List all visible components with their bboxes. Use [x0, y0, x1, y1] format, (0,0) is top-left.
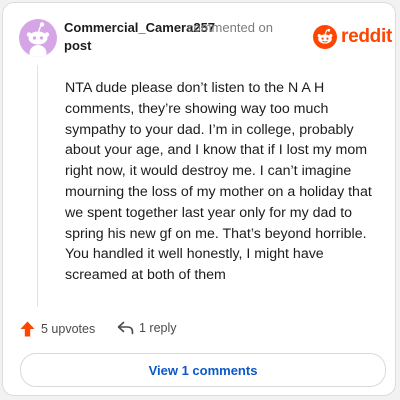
reply-button[interactable]: 1 reply [117, 321, 177, 335]
comment-card: Commercial_Camera257 commented on post r… [2, 2, 396, 396]
vote-group: 5 upvotes [20, 321, 95, 337]
post-link[interactable]: post [64, 38, 91, 53]
upvote-count: 5 upvotes [41, 322, 96, 336]
comment-body: NTA dude please don’t listen to the N A … [65, 80, 372, 284]
upvote-arrow-icon[interactable] [20, 321, 35, 337]
reddit-logo: reddit [313, 25, 392, 49]
reddit-wordmark: reddit [341, 26, 392, 47]
reply-count: 1 reply [139, 321, 177, 335]
reply-arrow-icon [117, 321, 134, 335]
snoo-avatar[interactable] [19, 19, 57, 57]
thread-line [37, 65, 38, 307]
reddit-snoo-icon [313, 25, 337, 49]
comment-action-text: commented on [187, 20, 273, 35]
view-comments-button[interactable]: View 1 comments [20, 353, 386, 387]
